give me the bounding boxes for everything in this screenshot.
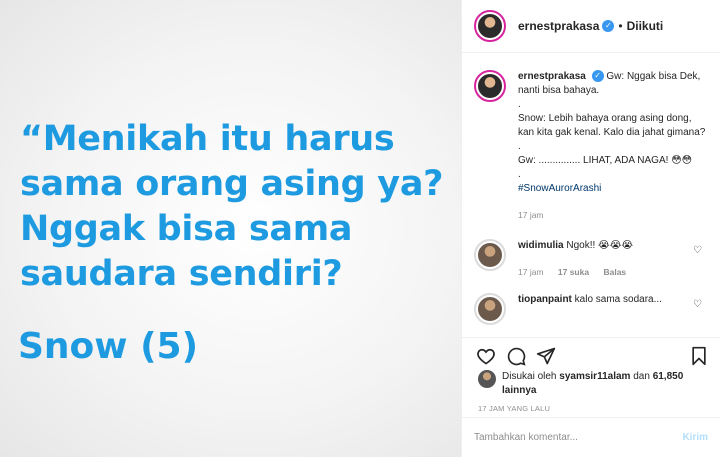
comment-item: widimulia Ngok!! 😭😭😭 17 jam 17 suka Bala… (474, 239, 708, 279)
comment-likes[interactable]: 17 suka (558, 267, 589, 277)
liked-by-user[interactable]: syamsir11alam (559, 371, 630, 382)
comment-item: tiopanpaint kalo sama sodara... ♡ (474, 293, 708, 325)
quote-line: saudara sendiri? (20, 254, 343, 294)
heart-icon[interactable]: ♡ (693, 245, 702, 256)
caption-line: . (518, 169, 521, 180)
quote-line: sama orang asing ya? (20, 164, 444, 204)
share-icon[interactable] (536, 346, 556, 366)
comment-username[interactable]: widimulia (518, 240, 564, 251)
follow-status-button[interactable]: Diikuti (627, 19, 664, 33)
caption-username[interactable]: ernestprakasa (518, 71, 586, 82)
liked-by-and: dan (633, 371, 650, 382)
avatar[interactable] (474, 239, 506, 271)
caption-line: Gw: ............... LIHAT, ADA NAGA! 😳😳 (518, 155, 693, 166)
likes-summary: Disukai oleh syamsir11alam dan 61,850 la… (462, 368, 720, 398)
comment-time[interactable]: 17 jam (518, 267, 544, 277)
comment-text: kalo sama sodara... (574, 294, 662, 305)
avatar[interactable] (474, 10, 506, 42)
quote-author: Snow (5) (18, 326, 199, 367)
post-timestamp[interactable]: 17 JAM YANG LALU (462, 398, 720, 413)
post-image: “Menikah itu harus sama orang asing ya? … (0, 0, 461, 457)
post-caption: ernestprakasa ✓ Gw: Nggak bisa Dek, nant… (474, 70, 708, 222)
separator-dot: • (618, 19, 623, 33)
caption-hashtag[interactable]: #SnowAurorArashi (518, 182, 708, 196)
verified-badge-icon: ✓ (602, 20, 615, 32)
quote-text: “Menikah itu harus sama orang asing ya? … (20, 117, 443, 297)
avatar[interactable] (478, 370, 496, 388)
caption-time[interactable]: 17 jam (518, 210, 544, 220)
caption-line: . (518, 99, 521, 110)
comment-icon[interactable] (506, 346, 526, 366)
bookmark-icon[interactable] (690, 346, 708, 366)
header-username[interactable]: ernestprakasa (518, 19, 599, 33)
quote-line: Nggak bisa sama (20, 209, 353, 249)
caption-line: . (518, 141, 521, 152)
avatar[interactable] (474, 293, 506, 325)
reply-button[interactable]: Balas (603, 267, 626, 277)
quote-line: “Menikah itu harus (20, 119, 395, 159)
heart-icon[interactable] (476, 346, 496, 366)
caption-line: Snow: Lebih bahaya orang asing dong, kan… (518, 113, 706, 138)
avatar[interactable] (474, 70, 506, 102)
verified-badge-icon: ✓ (591, 70, 604, 83)
post-side-panel: ernestprakasa ✓ • Diikuti ernestprakasa … (461, 0, 720, 457)
liked-by-prefix: Disukai oleh (502, 371, 557, 382)
comment-text: Ngok!! 😭😭😭 (566, 240, 634, 251)
add-comment-bar: Kirim (462, 417, 720, 457)
post-comment-button[interactable]: Kirim (682, 432, 708, 443)
comment-username[interactable]: tiopanpaint (518, 294, 572, 305)
comment-input[interactable] (474, 432, 683, 443)
comments-section[interactable]: ernestprakasa ✓ Gw: Nggak bisa Dek, nant… (462, 54, 720, 337)
post-header: ernestprakasa ✓ • Diikuti (462, 0, 720, 53)
heart-icon[interactable]: ♡ (693, 299, 702, 310)
